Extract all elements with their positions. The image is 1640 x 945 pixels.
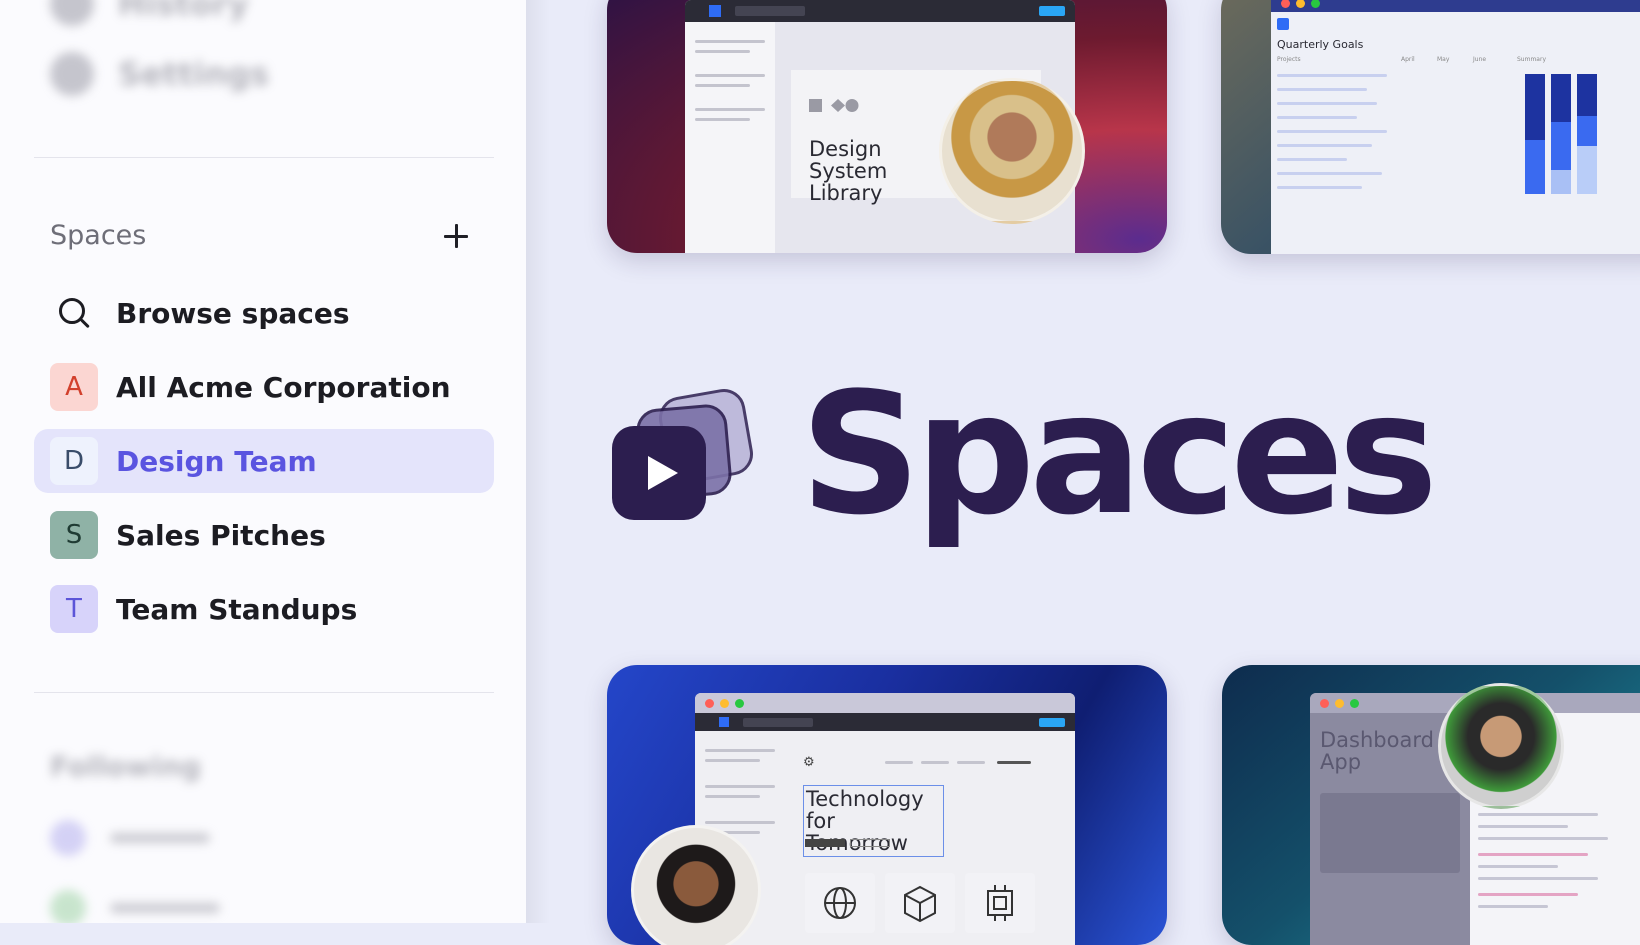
settings-icon xyxy=(50,52,94,96)
space-avatar: A xyxy=(50,363,98,411)
space-card-technology[interactable]: ⚙ Technology for Tomorrow xyxy=(607,665,1167,945)
sidebar-item-label: Sales Pitches xyxy=(116,518,326,552)
sidebar-item-design-team[interactable]: D Design Team xyxy=(34,429,494,493)
sidebar-item-label: Design Team xyxy=(116,444,317,478)
presenter-avatar xyxy=(939,78,1085,224)
cube-icon xyxy=(885,873,955,933)
search-icon xyxy=(50,289,98,337)
window-toolbar xyxy=(685,0,1075,22)
following-item[interactable] xyxy=(50,890,220,923)
window-toolbar xyxy=(695,713,1075,731)
brand-wordmark: Spaces xyxy=(800,356,1438,552)
space-avatar: S xyxy=(50,511,98,559)
gear-icon: ⚙ xyxy=(803,755,815,770)
sidebar-item-browse-spaces[interactable]: Browse spaces xyxy=(34,281,494,345)
following-heading: Following xyxy=(50,750,202,783)
app-icon xyxy=(709,5,721,17)
space-card-design-system[interactable]: Design System Library xyxy=(607,0,1167,253)
video-preview xyxy=(1320,793,1460,873)
sidebar-item-label: Team Standups xyxy=(116,592,358,626)
chip-icon xyxy=(965,873,1035,933)
presenter-avatar xyxy=(631,825,761,945)
sidebar-item-label: Browse spaces xyxy=(116,296,350,330)
space-card-quarterly-goals[interactable]: Quarterly Goals Projects April May June … xyxy=(1221,0,1640,254)
shapes-icon xyxy=(809,99,859,112)
space-avatar: T xyxy=(50,585,98,633)
bar xyxy=(1551,74,1571,194)
globe-icon xyxy=(805,873,875,933)
bar xyxy=(1577,74,1597,194)
sidebar-item-label: All Acme Corporation xyxy=(116,370,451,404)
sidebar-item-sales-pitches[interactable]: S Sales Pitches xyxy=(34,503,494,567)
window-toolbar xyxy=(1271,0,1640,12)
blurred-label xyxy=(110,903,220,913)
doc-title: Quarterly Goals xyxy=(1277,38,1364,51)
add-space-icon[interactable] xyxy=(442,222,470,250)
space-card-dashboard-app[interactable]: Dashboard App xyxy=(1222,665,1640,945)
spaces-heading: Spaces xyxy=(50,220,147,251)
spaces-section-header: Spaces xyxy=(50,220,470,251)
sidebar-item-team-standups[interactable]: T Team Standups xyxy=(34,577,494,641)
doc-title: Design System Library xyxy=(809,137,888,205)
presenter-avatar xyxy=(1438,683,1564,809)
spaces-logo-icon xyxy=(612,389,753,520)
following-avatar xyxy=(50,890,86,923)
history-icon xyxy=(50,0,94,26)
sidebar-item-history[interactable]: History xyxy=(50,0,249,26)
space-avatar: D xyxy=(50,437,98,485)
app-window: Quarterly Goals Projects April May June … xyxy=(1271,0,1640,254)
ribbon xyxy=(1277,16,1640,32)
window-titlebar xyxy=(695,693,1075,713)
sidebar-shadow xyxy=(526,0,550,923)
sidebar-item-settings[interactable]: Settings xyxy=(50,52,269,96)
following-avatar xyxy=(50,820,86,856)
doc-sidebar xyxy=(685,22,775,253)
blurred-label xyxy=(110,833,210,843)
sidebar-item-all-acme-corporation[interactable]: A All Acme Corporation xyxy=(34,355,494,419)
following-item[interactable] xyxy=(50,820,210,856)
bar xyxy=(1525,74,1545,194)
sidebar: History Settings Spaces Browse spaces A … xyxy=(0,0,526,923)
divider xyxy=(34,692,494,693)
divider xyxy=(34,157,494,158)
